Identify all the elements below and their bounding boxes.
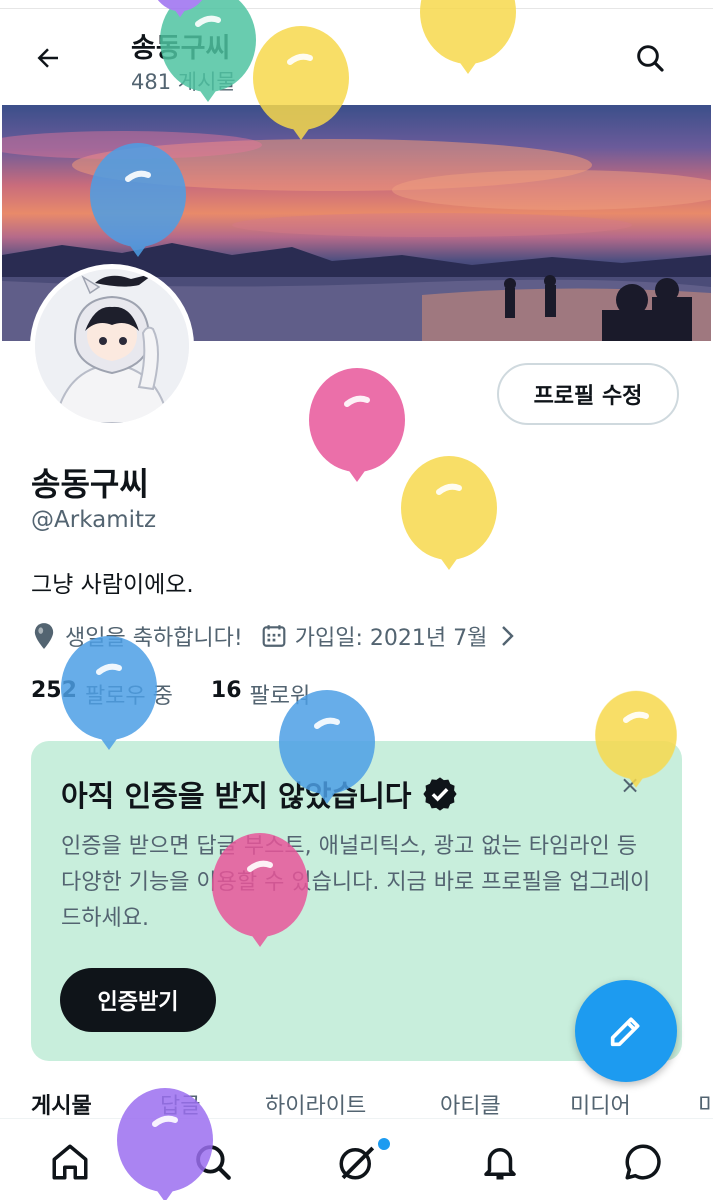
compose-icon: [610, 1017, 640, 1047]
followers-count: 16: [210, 678, 242, 703]
header-title: 송동구씨: [131, 33, 231, 64]
verification-card-title: 아직 인증을 받지 않았습니다: [61, 773, 459, 815]
following-label: 팔로우 중: [84, 684, 173, 709]
tab-likes[interactable]: 미: [698, 1088, 713, 1120]
following-count: 252: [31, 678, 77, 703]
nav-explore[interactable]: [188, 1137, 238, 1187]
bio-text: 그냥 사람이에오.: [31, 572, 194, 598]
user-handle: @Arkamitz: [31, 507, 157, 533]
chevron-right-icon[interactable]: [497, 624, 517, 648]
bottom-navigation: [0, 1118, 713, 1201]
verification-card-body: 인증을 받으면 답글 부스트, 애널리틱스, 광고 없는 타임라인 등 다양한 …: [61, 834, 651, 931]
profile-header: 송동구씨 481 게시물: [0, 10, 713, 105]
back-button[interactable]: [26, 36, 70, 80]
followers-link[interactable]: 16 팔로워: [211, 678, 310, 710]
get-verified-button[interactable]: 인증받기: [60, 968, 216, 1032]
avatar-image: [35, 269, 189, 423]
location-pin-icon: [31, 622, 57, 650]
followers-label: 팔로워: [249, 684, 311, 709]
message-icon: [625, 1144, 661, 1180]
tab-posts[interactable]: 게시물: [31, 1088, 92, 1120]
following-link[interactable]: 252 팔로우 중: [31, 678, 173, 710]
close-card-button[interactable]: ×: [620, 771, 640, 799]
birthday-text: 생일을 축하합니다!: [65, 626, 243, 651]
post-count: 481 게시물: [131, 70, 236, 94]
grok-notification-dot: [376, 1136, 392, 1152]
home-icon: [52, 1144, 88, 1180]
top-divider: [0, 8, 713, 9]
edit-profile-button[interactable]: 프로필 수정: [497, 363, 679, 425]
nav-grok[interactable]: [332, 1137, 382, 1187]
tab-replies[interactable]: 답글: [160, 1088, 200, 1120]
tab-media[interactable]: 미디어: [570, 1088, 631, 1120]
search-icon: [637, 45, 664, 72]
display-name: 송동구씨: [31, 465, 149, 503]
nav-notifications[interactable]: [475, 1137, 525, 1187]
profile-meta: 생일을 축하합니다! 가입일: 2021년 7월: [31, 618, 525, 654]
verification-title-text: 아직 인증을 받지 않았습니다: [61, 779, 412, 813]
calendar-icon: [261, 623, 287, 649]
compose-button[interactable]: [575, 980, 677, 1082]
search-button[interactable]: [628, 36, 672, 80]
follow-stats: 252 팔로우 중 16 팔로워: [31, 678, 348, 710]
verified-badge-icon: [423, 777, 458, 811]
arrow-left-icon: [37, 48, 58, 68]
search-icon: [196, 1145, 231, 1180]
tab-highlights[interactable]: 하이라이트: [265, 1088, 366, 1120]
nav-messages[interactable]: [618, 1137, 668, 1187]
profile-avatar[interactable]: [30, 264, 194, 428]
joined-date: 가입일: 2021년 7월: [294, 626, 488, 651]
profile-tabs: 게시물 답글 하이라이트 아티클 미디어 미: [0, 1088, 713, 1122]
tab-articles[interactable]: 아티클: [440, 1088, 501, 1120]
bell-icon: [484, 1148, 516, 1180]
grok-icon: [339, 1146, 375, 1180]
nav-home[interactable]: [45, 1137, 95, 1187]
